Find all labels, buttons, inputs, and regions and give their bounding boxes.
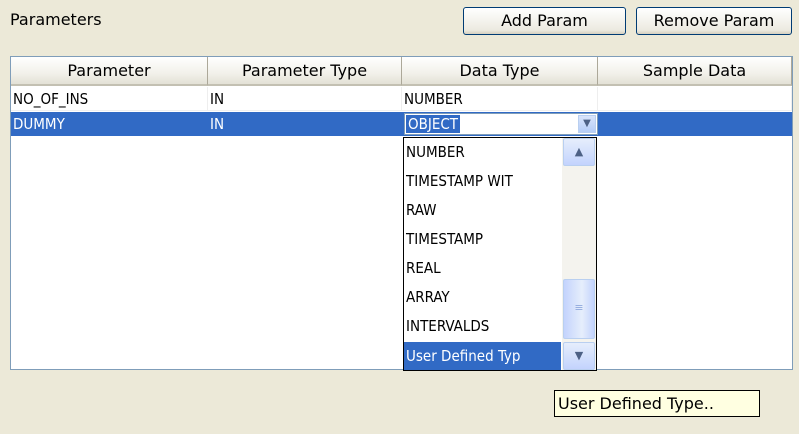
dropdown-option[interactable]: TIMESTAMP WIT (404, 167, 561, 195)
dropdown-option[interactable]: INTERVALDS (404, 312, 561, 340)
cell-sample-data[interactable] (598, 87, 792, 111)
cell-data-type[interactable]: NUMBER (402, 87, 598, 111)
chevron-down-icon[interactable]: ▼ (563, 342, 595, 370)
parameters-table: Parameter Parameter Type Data Type Sampl… (10, 56, 793, 370)
chevron-down-icon[interactable]: ▼ (578, 115, 596, 133)
cell-parameter-type[interactable]: IN (208, 87, 402, 111)
tooltip: User Defined Type.. (554, 390, 760, 417)
remove-param-button[interactable]: Remove Param (636, 7, 792, 35)
cell-parameter[interactable]: DUMMY (11, 112, 208, 136)
dropdown-option[interactable]: REAL (404, 254, 561, 282)
cell-parameter[interactable]: NO_OF_INS (11, 87, 208, 111)
cell-sample-data[interactable] (598, 112, 792, 136)
dropdown-option[interactable]: ARRAY (404, 283, 561, 311)
data-type-combobox[interactable]: OBJECT ▼ (404, 113, 598, 135)
add-param-button[interactable]: Add Param (463, 7, 626, 35)
data-type-dropdown-list[interactable]: NUMBER TIMESTAMP WIT RAW TIMESTAMP REAL … (403, 137, 597, 371)
column-header-parameter-type[interactable]: Parameter Type (208, 57, 402, 86)
chevron-up-icon[interactable]: ▲ (563, 138, 595, 166)
panel-title: Parameters (10, 10, 102, 29)
dropdown-option[interactable]: TIMESTAMP (404, 225, 561, 253)
dropdown-option[interactable]: RAW (404, 196, 561, 224)
column-header-data-type[interactable]: Data Type (402, 57, 598, 86)
scrollbar-thumb[interactable]: ≡ (563, 279, 595, 339)
dropdown-option-selected[interactable]: User Defined Typ (404, 342, 561, 370)
dropdown-option[interactable]: NUMBER (404, 138, 561, 166)
combobox-value: OBJECT (406, 115, 461, 133)
table-row-selected[interactable]: DUMMY IN OBJECT ▼ (11, 112, 792, 136)
column-header-parameter[interactable]: Parameter (11, 57, 208, 86)
table-row[interactable]: NO_OF_INS IN NUMBER (11, 87, 792, 111)
table-header: Parameter Parameter Type Data Type Sampl… (11, 57, 792, 86)
column-header-sample-data[interactable]: Sample Data (598, 57, 792, 86)
cell-parameter-type[interactable]: IN (208, 112, 402, 136)
dropdown-scrollbar[interactable]: ▲ ≡ ▼ (562, 138, 596, 370)
